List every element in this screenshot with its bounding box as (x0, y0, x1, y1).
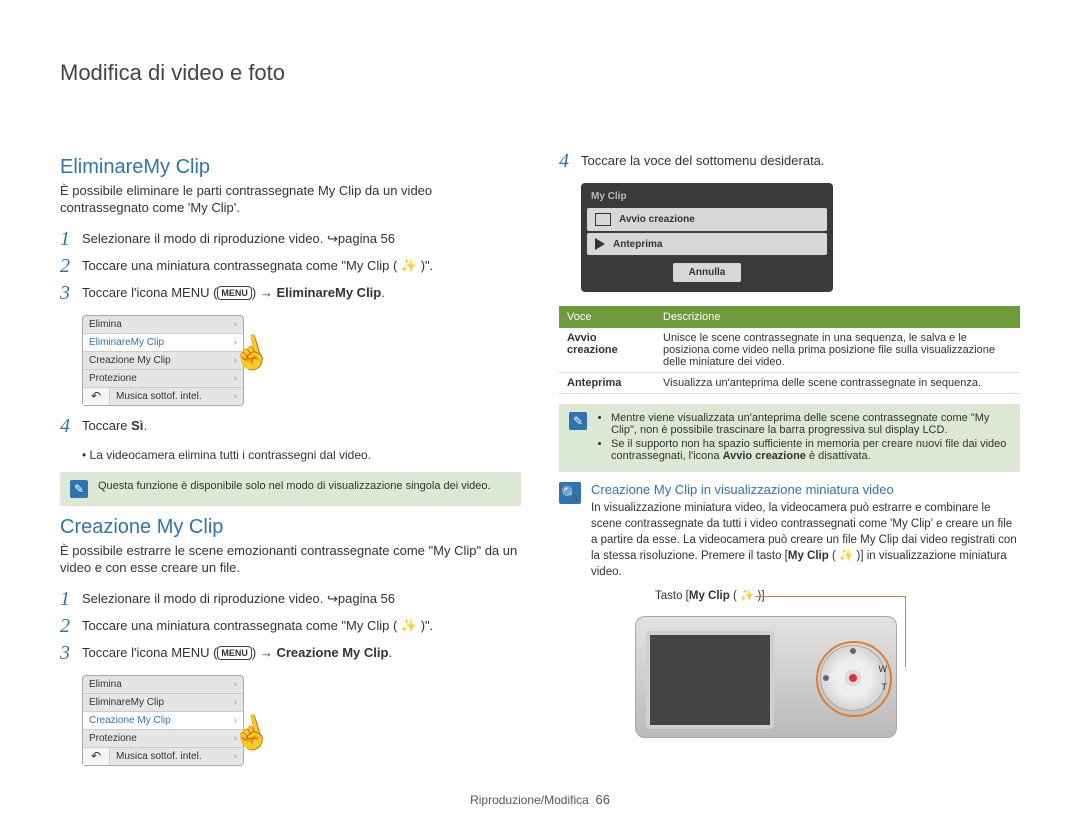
rstep-4: Toccare la voce del sottomenu desiderata… (581, 149, 825, 170)
myclip-title: My Clip (587, 189, 827, 206)
menu-icon: MENU (217, 646, 252, 661)
magnifier-icon: 🔍 (559, 482, 581, 504)
right-column: 4 Toccare la voce del sottomenu desidera… (559, 146, 1020, 774)
submenu-anteprima: Anteprima (587, 233, 827, 255)
back-icon: ↶ (83, 748, 110, 765)
row-avvio-val: Unisce le scene contrassegnate in una se… (655, 328, 1020, 373)
step-1: Selezionare il modo di riproduzione vide… (82, 227, 395, 248)
tasto-label: Tasto [My Clip ( ✨ )] (655, 588, 765, 602)
note2-item1: Mentre viene visualizzata un'anteprima d… (611, 412, 1010, 436)
cstep-1: Selezionare il modo di riproduzione vide… (82, 587, 395, 608)
section-title-eliminare: EliminareMy Clip (60, 156, 521, 179)
step-4-bullet: La videocamera elimina tutti i contrasse… (82, 448, 521, 462)
note-box-2: ✎ Mentre viene visualizzata un'anteprima… (559, 404, 1020, 472)
left-column: EliminareMy Clip È possibile eliminare l… (60, 146, 521, 774)
voce-table: Voce Descrizione Avvio creazione Unisce … (559, 306, 1020, 394)
feature-title: Creazione My Clip in visualizzazione min… (591, 482, 1020, 497)
lcd-screen-icon (646, 631, 774, 729)
myclip-submenu: My Clip Avvio creazione Anteprima Annull… (581, 183, 833, 292)
control-dial-icon: WT (820, 645, 886, 711)
steps-eliminare: 1 Selezionare il modo di riproduzione vi… (60, 227, 521, 305)
steps-creazione: 1 Selezionare il modo di riproduzione vi… (60, 587, 521, 665)
row-anteprima-val: Visualizza un'anteprima delle scene cont… (655, 373, 1020, 394)
th-voce: Voce (559, 306, 655, 328)
submenu-avvio: Avvio creazione (587, 208, 827, 231)
step-3: Toccare l'icona MENU (MENU) → EliminareM… (82, 281, 385, 302)
feature-box: 🔍 Creazione My Clip in visualizzazione m… (559, 482, 1020, 754)
note-box-1: ✎ Questa funzione è disponibile solo nel… (60, 472, 521, 506)
section-intro-creazione: È possibile estrarre le scene emozionant… (60, 543, 521, 577)
submenu-cancel: Annulla (673, 263, 741, 282)
back-icon: ↶ (83, 388, 110, 405)
note-icon: ✎ (70, 480, 88, 498)
footer: Riproduzione/Modifica 66 (0, 792, 1080, 807)
th-descrizione: Descrizione (655, 306, 1020, 328)
menu-screenshot-1: Elimina› EliminareMy Clip› Creazione My … (82, 315, 244, 406)
cstep-2: Toccare una miniatura contrassegnata com… (82, 614, 433, 635)
section-title-creazione: Creazione My Clip (60, 516, 521, 539)
step-2: Toccare una miniatura contrassegnata com… (82, 254, 433, 275)
step-4: Toccare Sì. (82, 414, 147, 435)
section-intro-eliminare: È possibile eliminare le parti contrasse… (60, 183, 521, 217)
camcorder-illustration: Tasto [My Clip ( ✨ )] WT (615, 594, 1020, 754)
menu-icon: MENU (217, 286, 252, 301)
feature-body: In visualizzazione miniatura video, la v… (591, 500, 1020, 580)
note-icon: ✎ (569, 412, 587, 430)
row-anteprima-key: Anteprima (559, 373, 655, 394)
menu-screenshot-2: Elimina› EliminareMy Clip› Creazione My … (82, 675, 244, 766)
note2-item2: Se il supporto non ha spazio sufficiente… (611, 438, 1010, 462)
page-title: Modifica di video e foto (0, 0, 1080, 86)
row-avvio-key: Avvio creazione (559, 328, 655, 373)
cstep-3: Toccare l'icona MENU (MENU) → Creazione … (82, 641, 392, 662)
